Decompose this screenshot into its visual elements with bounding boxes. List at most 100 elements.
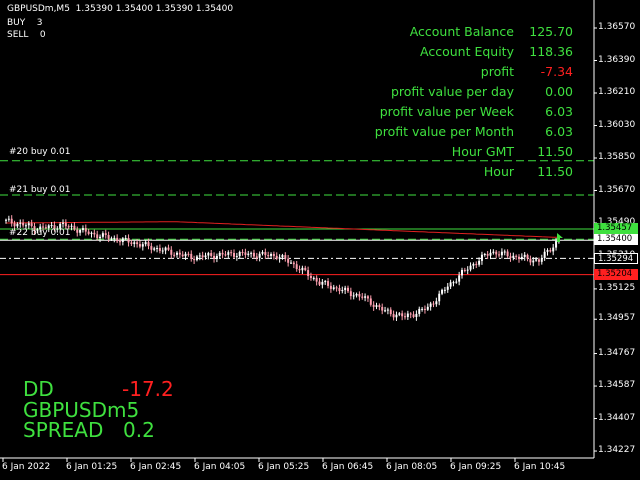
candle-body (480, 254, 483, 261)
time-axis-label: 6 Jan 10:45 (514, 462, 566, 472)
candle-body (315, 277, 318, 282)
candle-body (50, 225, 53, 227)
candle-body (30, 223, 33, 227)
candle-body (64, 222, 67, 227)
candle-body (338, 288, 341, 292)
candle-body (198, 255, 201, 257)
candle-body (549, 250, 552, 252)
candle-body (261, 252, 264, 254)
candle-body (295, 264, 298, 270)
candle-body (327, 281, 330, 286)
candle-body (535, 259, 538, 261)
candle-body (141, 244, 144, 247)
candle-body (543, 251, 546, 259)
account-label: Hour (483, 164, 514, 179)
candle-body (307, 270, 310, 277)
candle-body (483, 254, 486, 256)
candle-body (176, 252, 178, 255)
candle-body (309, 276, 312, 278)
candle-body (389, 309, 392, 315)
candle-body (84, 228, 87, 232)
candle-body (121, 238, 124, 242)
candle-body (358, 294, 361, 297)
price-tag: 1.35400 (594, 233, 638, 245)
price-axis-label: 1.34767 (598, 347, 636, 358)
candle-body (312, 277, 315, 279)
candle-body (512, 255, 515, 258)
spread-row: SPREAD 0.2 (23, 418, 155, 442)
candle-body (318, 281, 321, 285)
candle-body (210, 253, 213, 256)
candle-body (552, 247, 555, 252)
candle-body (153, 248, 156, 250)
price-axis-label: 1.35850 (598, 152, 636, 162)
candle-body (173, 254, 176, 256)
candle-body (144, 242, 147, 245)
candle-body (555, 241, 558, 248)
candle-body (136, 242, 139, 245)
order-label: #20 buy 0.01 (9, 147, 71, 157)
candle-body (24, 225, 27, 227)
candle-body (19, 222, 22, 224)
candle-body (22, 222, 25, 226)
candle-body (201, 255, 204, 258)
candle-body (16, 223, 19, 227)
candle-body (101, 233, 104, 237)
candle-body (523, 254, 526, 257)
account-label: Account Balance (409, 24, 514, 39)
candle-body (190, 253, 193, 259)
candle-body (301, 267, 304, 271)
price-axis-label: 1.34957 (598, 313, 636, 324)
time-axis-label: 6 Jan 05:25 (258, 462, 310, 472)
candle-body (133, 242, 136, 244)
price-axis-label: 1.35670 (598, 184, 636, 195)
candle-body (99, 236, 102, 239)
candle-body (537, 259, 540, 262)
candle-body (147, 242, 150, 247)
candle-body (463, 269, 466, 271)
candle-body (506, 251, 509, 257)
chart-symbol-header: GBPUSDm,M5 1.35390 1.35400 1.35390 1.354… (7, 4, 234, 14)
candle-body (81, 228, 84, 230)
candle-body (369, 298, 372, 305)
candle-body (412, 314, 415, 317)
candle-body (27, 223, 30, 226)
candle-body (347, 287, 349, 292)
candle-body (287, 258, 290, 263)
account-label: Account Equity (420, 44, 514, 59)
candle-body (161, 250, 164, 252)
candle-body (79, 229, 82, 233)
candle-body (70, 225, 73, 227)
sell-count-label: SELL 0 (7, 30, 46, 40)
candle-body (489, 252, 492, 256)
candle-body (441, 289, 444, 294)
candle-body (258, 253, 261, 258)
candle-body (255, 256, 258, 258)
candle-body (518, 256, 520, 260)
candle-body (341, 290, 344, 292)
candle-body (540, 258, 543, 262)
account-value: -7.34 (540, 64, 573, 79)
candle-body (204, 255, 207, 258)
candle-body (138, 244, 141, 247)
candle-body (181, 254, 184, 257)
candle-body (332, 287, 335, 289)
candle-body (352, 295, 355, 297)
candle-body (250, 252, 253, 254)
candle-body (227, 252, 230, 255)
buy-count-label: BUY 3 (7, 18, 43, 28)
candle-body (244, 252, 247, 255)
price-axis-label: 1.35125 (598, 282, 636, 293)
candle-body (278, 257, 281, 259)
time-axis-label: 6 Jan 09:25 (450, 462, 502, 472)
candle-body (446, 286, 449, 290)
candle-body (478, 260, 481, 265)
candle-body (87, 231, 90, 234)
time-axis-label: 6 Jan 08:05 (386, 462, 438, 472)
candle-body (469, 265, 472, 270)
candle-body (392, 314, 395, 318)
candle-body (264, 252, 267, 256)
candle-body (432, 303, 435, 305)
candle-body (529, 258, 532, 263)
candle-body (404, 316, 406, 318)
